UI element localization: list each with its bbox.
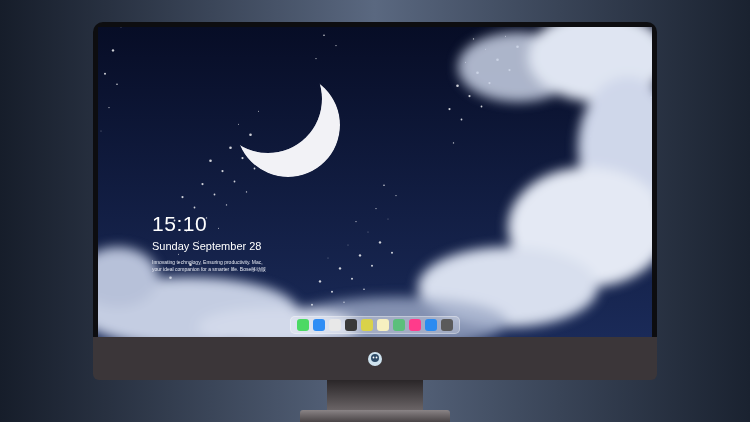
dock-app-icon[interactable] xyxy=(361,319,373,331)
clock-date: Sunday September 28 xyxy=(152,239,652,253)
dock-app-icon[interactable] xyxy=(377,319,389,331)
dock-app-icon[interactable] xyxy=(425,319,437,331)
clock-time: 15:10 xyxy=(152,212,652,236)
brand-logo-icon xyxy=(367,351,383,367)
dock-app-icon[interactable] xyxy=(329,319,341,331)
monitor-neck xyxy=(327,380,423,410)
monitor: 15:10 Sunday September 28 Innovating techn… xyxy=(93,22,657,380)
wallpaper xyxy=(98,27,652,337)
dock-app-icon[interactable] xyxy=(313,319,325,331)
page: 15:10 Sunday September 28 Innovating techn… xyxy=(0,0,750,422)
dock-app-icon[interactable] xyxy=(297,319,309,331)
screen: 15:10 Sunday September 28 Innovating techn… xyxy=(98,27,652,337)
slogan: Innovating technology, Ensuring producti… xyxy=(152,259,272,273)
dock-app-icon[interactable] xyxy=(393,319,405,331)
dock-app-icon[interactable] xyxy=(409,319,421,331)
lock-clock: 15:10 Sunday September 28 Innovating techn… xyxy=(98,27,652,273)
dock-app-icon[interactable] xyxy=(441,319,453,331)
dock-app-icon[interactable] xyxy=(345,319,357,331)
monitor-chin xyxy=(93,337,657,380)
monitor-base xyxy=(300,410,450,422)
dock xyxy=(290,316,460,334)
bezel: 15:10 Sunday September 28 Innovating techn… xyxy=(93,22,657,337)
